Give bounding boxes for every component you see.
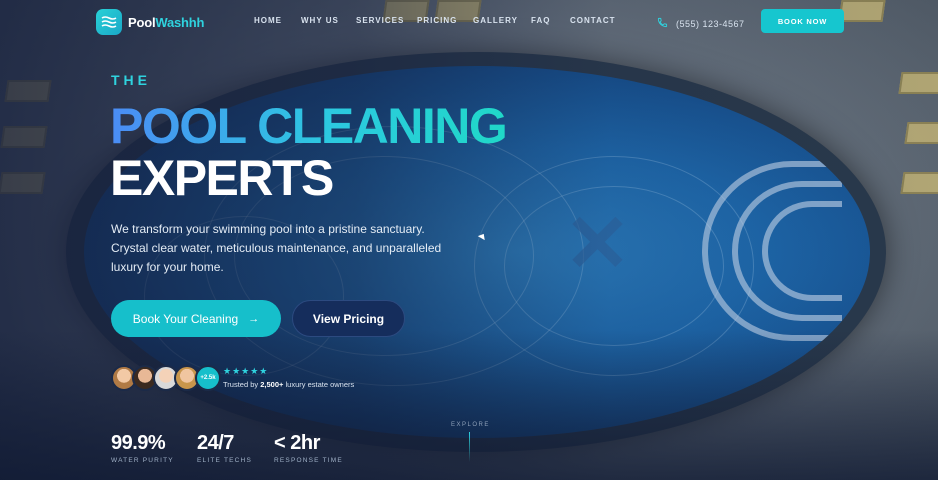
stat-value: 24/7: [197, 432, 234, 454]
stat-label: ELITE TECHS: [197, 457, 252, 464]
nav-link-pricing[interactable]: PRICING: [417, 16, 457, 25]
hero-title-line1: POOL CLEANING: [110, 98, 508, 154]
stat-elite-techs: 24/7 ELITE TECHS: [197, 432, 252, 464]
book-now-button[interactable]: BOOK NOW: [761, 9, 844, 33]
avatar-more-count: +2.5k: [195, 365, 221, 391]
top-navigation: PoolWashhh HOME WHY US SERVICES PRICING …: [0, 0, 938, 44]
nav-link-gallery[interactable]: GALLERY: [473, 16, 518, 25]
nav-link-faq[interactable]: FAQ: [531, 16, 550, 25]
explore-label[interactable]: EXPLORE: [451, 422, 490, 428]
phone-number: (555) 123-4567: [676, 19, 745, 29]
phone-link[interactable]: (555) 123-4567: [657, 15, 745, 33]
book-your-cleaning-label: Book Your Cleaning: [132, 311, 239, 326]
stat-label: RESPONSE TIME: [274, 457, 343, 464]
logo-text: PoolWashhh: [128, 14, 205, 30]
arrow-right-icon: →: [248, 312, 260, 325]
water-waves-icon: [96, 9, 122, 35]
rating-stars: ★★★★★: [223, 366, 269, 376]
phone-icon: [657, 15, 668, 33]
stat-value: < 2hr: [274, 432, 320, 454]
hero-title-line2: EXPERTS: [110, 150, 334, 206]
customer-avatars: +2.5k: [111, 365, 221, 391]
scroll-indicator: [469, 432, 470, 462]
nav-link-home[interactable]: HOME: [254, 16, 282, 25]
hero-eyebrow: THE: [111, 72, 151, 88]
nav-link-services[interactable]: SERVICES: [356, 16, 404, 25]
nav-link-contact[interactable]: CONTACT: [570, 16, 616, 25]
stat-water-purity: 99.9% WATER PURITY: [111, 432, 174, 464]
stat-response-time: < 2hr RESPONSE TIME: [274, 432, 343, 464]
trust-text: Trusted by 2,500+ luxury estate owners: [223, 380, 355, 389]
view-pricing-button[interactable]: View Pricing: [292, 300, 405, 337]
stat-value: 99.9%: [111, 432, 166, 454]
logo[interactable]: PoolWashhh: [96, 9, 204, 35]
book-your-cleaning-button[interactable]: Book Your Cleaning →: [111, 300, 281, 337]
stat-label: WATER PURITY: [111, 457, 174, 464]
hero-description: We transform your swimming pool into a p…: [111, 222, 442, 274]
nav-link-why-us[interactable]: WHY US: [301, 16, 339, 25]
